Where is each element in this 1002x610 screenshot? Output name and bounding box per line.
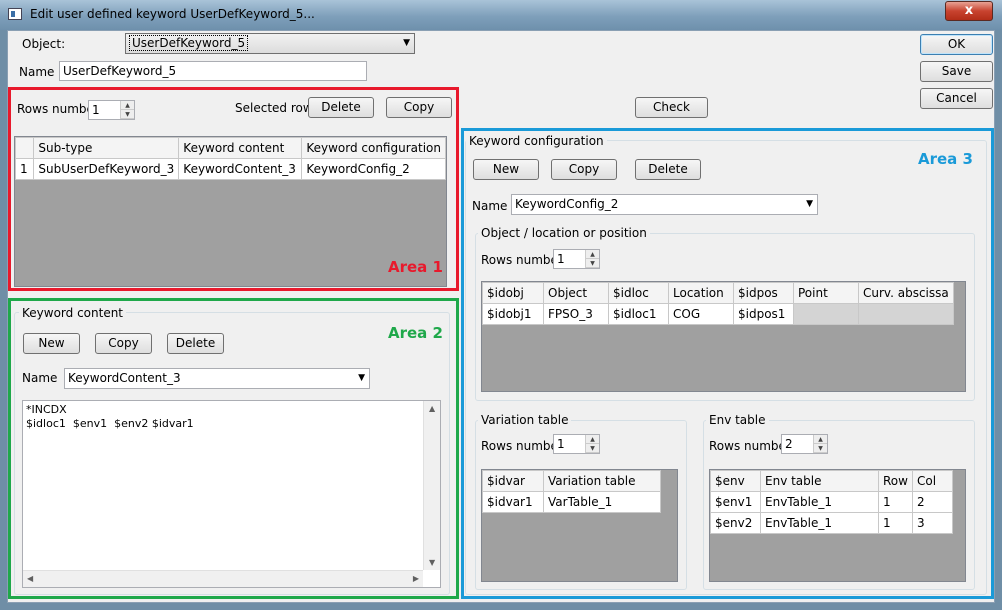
save-button[interactable]: Save: [920, 61, 993, 82]
close-button[interactable]: x: [945, 1, 993, 21]
name-field[interactable]: UserDefKeyword_5: [59, 61, 367, 81]
check-button[interactable]: Check: [635, 97, 708, 118]
app-icon: [8, 8, 22, 20]
area-3-highlight: [461, 128, 994, 599]
object-select-value: UserDefKeyword_5: [129, 35, 249, 51]
object-select[interactable]: UserDefKeyword_5 ▼: [125, 33, 415, 54]
title-bar[interactable]: Edit user defined keyword UserDefKeyword…: [0, 0, 1002, 30]
area-1-label: Area 1: [388, 258, 443, 276]
cancel-button[interactable]: Cancel: [920, 88, 993, 109]
ok-button[interactable]: OK: [920, 34, 993, 55]
window-title: Edit user defined keyword UserDefKeyword…: [30, 7, 315, 21]
object-label: Object:: [22, 37, 66, 51]
area-2-label: Area 2: [388, 324, 443, 342]
area-3-label: Area 3: [918, 150, 973, 168]
area-2-highlight: [8, 298, 459, 599]
name-label: Name: [19, 65, 55, 79]
chevron-down-icon: ▼: [403, 38, 410, 48]
